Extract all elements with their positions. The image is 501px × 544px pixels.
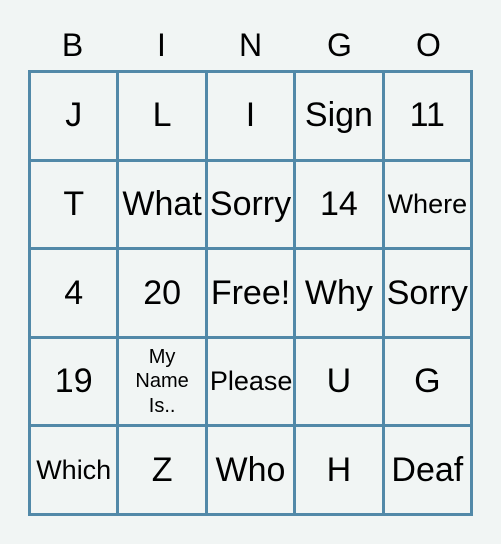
bingo-cell-text: H	[326, 450, 352, 489]
bingo-cell-text: J	[65, 96, 83, 135]
bingo-cell-text: Where	[387, 188, 468, 219]
bingo-cell-b2[interactable]: T	[31, 161, 120, 251]
bingo-cell-i5[interactable]: Z	[119, 427, 208, 516]
bingo-header-letter-n: N	[238, 27, 263, 63]
bingo-cell-i3[interactable]: 20	[119, 250, 208, 339]
bingo-row: 4 20 Free! Why Sorry	[31, 250, 474, 339]
bingo-cell-o5[interactable]: Deaf	[384, 427, 474, 516]
bingo-header-letter-i: I	[157, 27, 166, 63]
bingo-cell-text: I	[245, 96, 256, 135]
bingo-cell-g2[interactable]: 14	[296, 161, 385, 251]
bingo-cell-n2[interactable]: Sorry	[207, 161, 297, 251]
bingo-row: J L I Sign 11	[31, 73, 474, 162]
bingo-row: T What Sorry 14 Where	[31, 161, 474, 251]
bingo-cell-text: Deaf	[391, 450, 464, 489]
bingo-cell-g5[interactable]: H	[296, 427, 385, 516]
bingo-cell-n1[interactable]: I	[207, 73, 297, 162]
bingo-card: B I N G O J L I Sign 11 T What Sorry 14 …	[0, 0, 501, 544]
bingo-header-letter-o: O	[416, 27, 441, 63]
bingo-cell-text: T	[63, 185, 85, 224]
bingo-cell-text: U	[326, 362, 352, 401]
bingo-cell-o2[interactable]: Where	[384, 161, 474, 251]
bingo-cell-g3[interactable]: Why	[296, 250, 385, 339]
bingo-cell-g1[interactable]: Sign	[296, 73, 385, 162]
bingo-cell-text: Please	[209, 366, 293, 396]
bingo-cell-n4[interactable]: Please	[207, 338, 297, 428]
bingo-cell-b5[interactable]: Which	[31, 427, 120, 516]
bingo-cell-text: My Name Is..	[135, 345, 189, 417]
bingo-cell-text: 19	[54, 362, 93, 401]
bingo-cell-text: Who	[215, 450, 286, 489]
bingo-cell-o3[interactable]: Sorry	[384, 250, 474, 339]
bingo-cell-free-space[interactable]: Free!	[207, 250, 297, 339]
bingo-cell-text: Which	[36, 454, 112, 485]
bingo-cell-b1[interactable]: J	[31, 73, 120, 162]
bingo-cell-text: 11	[409, 96, 445, 135]
bingo-cell-n5[interactable]: Who	[207, 427, 297, 516]
bingo-cell-text: L	[152, 96, 172, 135]
bingo-cell-g4[interactable]: U	[296, 338, 385, 428]
bingo-header-letter-g: G	[327, 27, 352, 63]
bingo-grid: J L I Sign 11 T What Sorry 14 Where 4 20…	[28, 70, 474, 516]
bingo-cell-text: Sorry	[209, 185, 292, 224]
bingo-cell-text: G	[414, 362, 441, 401]
bingo-cell-i1[interactable]: L	[119, 73, 208, 162]
bingo-cell-b3[interactable]: 4	[31, 250, 120, 339]
bingo-cell-b4[interactable]: 19	[31, 338, 120, 428]
bingo-cell-o4[interactable]: G	[384, 338, 474, 428]
bingo-cell-text: 20	[143, 273, 182, 312]
bingo-cell-text: 14	[320, 185, 358, 224]
bingo-header-row: B I N G O	[28, 20, 473, 70]
bingo-cell-text: Free!	[210, 273, 291, 312]
bingo-cell-text: What	[122, 185, 202, 224]
bingo-cell-text: Z	[151, 450, 173, 489]
bingo-cell-o1[interactable]: 11	[384, 73, 474, 162]
bingo-cell-text: Sign	[304, 96, 373, 135]
bingo-cell-text: 4	[64, 273, 84, 312]
bingo-row: Which Z Who H Deaf	[31, 427, 474, 516]
bingo-header-letter-b: B	[61, 27, 84, 63]
bingo-cell-i4[interactable]: My Name Is..	[119, 338, 208, 428]
bingo-cell-i2[interactable]: What	[119, 161, 208, 251]
bingo-row: 19 My Name Is.. Please U G	[31, 338, 474, 428]
bingo-cell-text: Why	[304, 273, 373, 312]
bingo-cell-text: Sorry	[386, 273, 468, 312]
